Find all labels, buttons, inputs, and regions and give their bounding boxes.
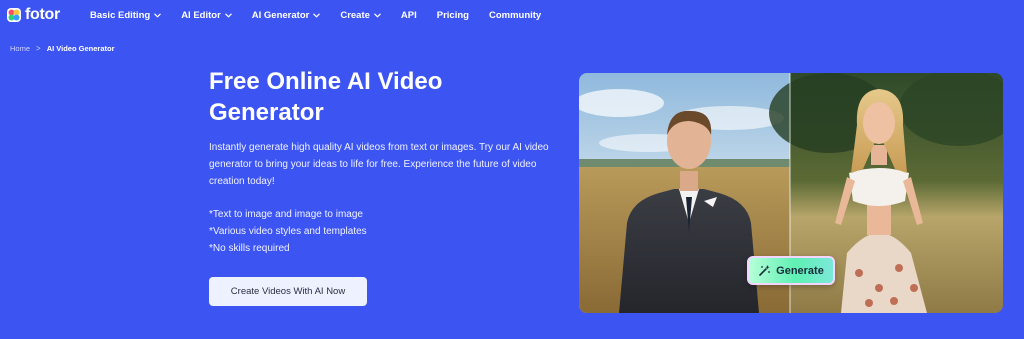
top-navigation: fotor Basic Editing AI Editor AI Generat…	[0, 0, 1024, 30]
chevron-down-icon	[373, 12, 381, 18]
fotor-logo[interactable]: fotor	[6, 5, 60, 25]
chevron-down-icon	[313, 12, 321, 18]
nav-item-ai-generator[interactable]: AI Generator	[252, 10, 321, 21]
fotor-logo-icon	[7, 8, 21, 22]
nav-item-label: AI Generator	[251, 9, 310, 21]
brand-name: fotor	[25, 6, 60, 23]
feature-list: *Text to image and image to image *Vario…	[209, 206, 509, 257]
feature-item: *Various video styles and templates	[209, 226, 367, 237]
chevron-down-icon	[224, 12, 232, 18]
main-menu: Basic Editing AI Editor AI Generator Cre…	[90, 0, 561, 30]
breadcrumb: Home > AI Video Generator	[10, 42, 114, 54]
breadcrumb-home-link[interactable]: Home	[10, 44, 30, 53]
nav-item-api[interactable]: API	[401, 10, 417, 21]
nav-item-label: Pricing	[436, 9, 469, 21]
nav-item-create[interactable]: Create	[340, 10, 381, 21]
nav-item-label: API	[400, 9, 417, 21]
nav-item-label: Community	[488, 9, 542, 21]
nav-item-community[interactable]: Community	[489, 10, 541, 21]
page-title: Free Online AI Video Generator	[209, 68, 443, 126]
create-videos-button[interactable]: Create Videos With AI Now	[209, 277, 367, 306]
feature-item: *Text to image and image to image	[209, 209, 363, 220]
nav-item-pricing[interactable]: Pricing	[437, 10, 469, 21]
hero-description: Instantly generate high quality AI video…	[209, 142, 549, 187]
nav-item-label: Create	[340, 9, 370, 21]
nav-item-basic-editing[interactable]: Basic Editing	[90, 9, 162, 21]
generate-button[interactable]: Generate	[747, 256, 835, 285]
chevron-down-icon	[154, 12, 162, 18]
generate-label: Generate	[776, 264, 824, 277]
nav-item-ai-editor[interactable]: AI Editor	[181, 10, 232, 21]
feature-item: *No skills required	[209, 243, 290, 254]
breadcrumb-separator: >	[36, 43, 41, 53]
magic-wand-icon	[759, 265, 771, 276]
nav-item-label: Basic Editing	[90, 9, 151, 21]
nav-item-label: AI Editor	[181, 9, 221, 21]
breadcrumb-current: AI Video Generator	[46, 43, 115, 53]
